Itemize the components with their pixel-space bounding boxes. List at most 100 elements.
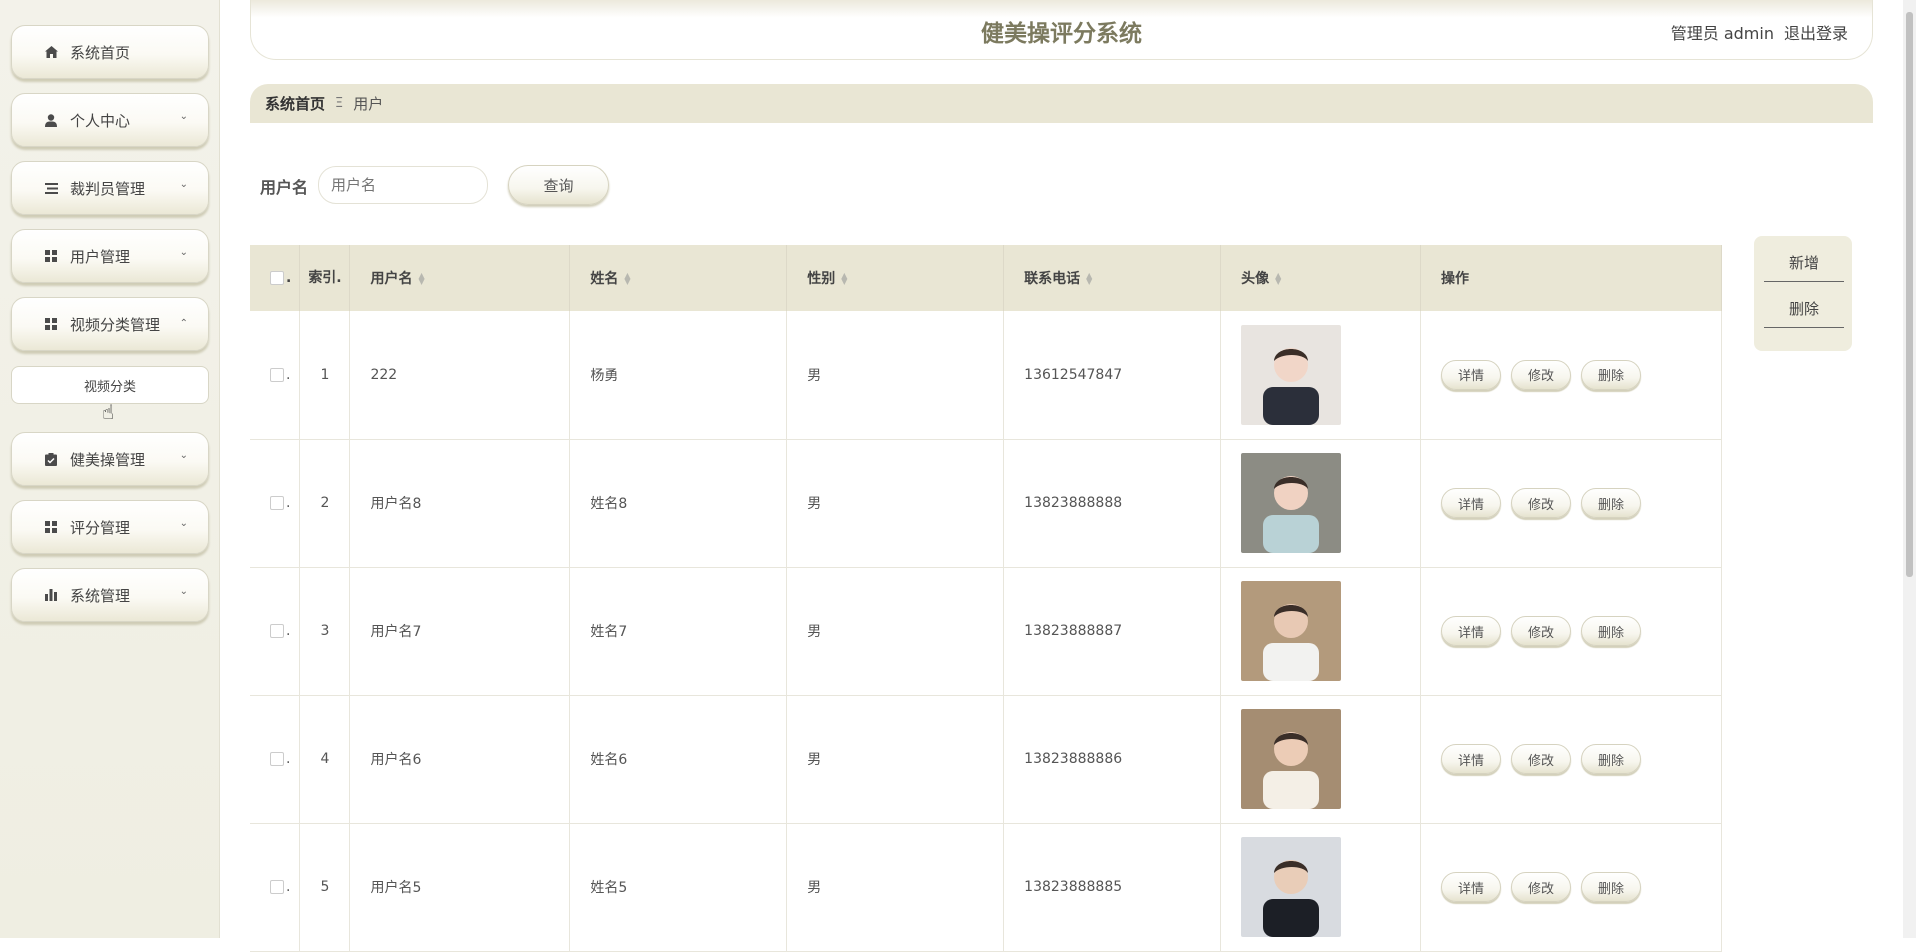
sidebar-item-label: 评分管理 (70, 518, 131, 537)
header-gender-label: 性别 (807, 271, 836, 287)
cell-name: 姓名7 (569, 567, 788, 696)
cell-index: 5 (299, 823, 351, 952)
detail-button[interactable]: 详情 (1441, 744, 1502, 774)
sidebar-item-personal-center[interactable]: 个人中心 ⌄ (11, 93, 209, 147)
sort-icon: ▲ ▼ (1086, 271, 1093, 286)
sidebar: 系统首页 个人中心 ⌄ 裁判员管理 ⌄ 用户管理 ⌄ 视频分类管理 ⌃ 视频分类… (0, 0, 220, 938)
sidebar-subitem-video-category[interactable]: 视频分类 (11, 366, 209, 404)
admin-area: 管理员 admin 退出登录 (1671, 20, 1848, 44)
header-name[interactable]: 姓名 ▲ ▼ (569, 245, 788, 311)
sort-icon: ▲ ▼ (624, 271, 631, 286)
row-checkbox[interactable] (270, 496, 284, 510)
sidebar-item-referee-management[interactable]: 裁判员管理 ⌄ (11, 161, 209, 215)
user-icon (44, 113, 58, 127)
cell-gender: 男 (786, 311, 1005, 440)
hand-cursor-icon: ☝ (102, 400, 115, 424)
avatar-image[interactable] (1241, 581, 1342, 681)
home-icon (44, 45, 58, 59)
avatar-image[interactable] (1241, 453, 1342, 553)
header-gender[interactable]: 性别 ▲ ▼ (786, 245, 1005, 311)
cell-gender: 男 (786, 695, 1005, 824)
cell-phone: 13612547847 (1003, 311, 1222, 440)
add-button[interactable]: 新增 (1764, 244, 1844, 282)
row-checkbox[interactable] (270, 880, 284, 894)
search-button[interactable]: 查询 (508, 165, 609, 205)
table-row: . 3 用户名7 姓名7 男 13823888887 详情 修改 删除 (250, 567, 1722, 696)
header-phone[interactable]: 联系电话 ▲ ▼ (1003, 245, 1222, 311)
row-select-cell: . (250, 695, 301, 824)
table-row: . 2 用户名8 姓名8 男 13823888888 详情 修改 删除 (250, 439, 1722, 568)
breadcrumb-separator: Ξ (335, 96, 344, 111)
header-phone-label: 联系电话 (1024, 271, 1081, 287)
avatar-image[interactable] (1241, 324, 1342, 425)
avatar-image[interactable] (1241, 709, 1342, 809)
delete-button[interactable]: 删除 (1581, 616, 1642, 646)
cell-index: 4 (299, 695, 351, 824)
sidebar-item-video-category-management[interactable]: 视频分类管理 ⌃ (11, 297, 209, 351)
detail-button[interactable]: 详情 (1441, 488, 1502, 518)
chevron-down-icon: ⌄ (179, 247, 188, 258)
cell-phone: 13823888886 (1003, 695, 1222, 824)
sidebar-item-label: 健美操管理 (70, 450, 146, 469)
row-checkbox[interactable] (270, 367, 284, 382)
delete-button[interactable]: 删除 (1581, 872, 1642, 902)
header-username[interactable]: 用户名 ▲ ▼ (349, 245, 571, 311)
grid-icon (44, 249, 58, 263)
scrollbar[interactable] (1903, 0, 1916, 938)
cell-username: 222 (349, 311, 571, 440)
edit-button[interactable]: 修改 (1511, 872, 1572, 902)
edit-button[interactable]: 修改 (1511, 488, 1572, 518)
cell-avatar (1220, 823, 1422, 952)
batch-delete-button[interactable]: 删除 (1764, 290, 1844, 328)
detail-button[interactable]: 详情 (1441, 872, 1502, 902)
logout-link[interactable]: 退出登录 (1784, 24, 1848, 43)
edit-button[interactable]: 修改 (1511, 359, 1572, 390)
breadcrumb-home[interactable]: 系统首页 (265, 93, 325, 114)
grid-icon (44, 520, 58, 534)
sidebar-item-user-management[interactable]: 用户管理 ⌄ (11, 229, 209, 283)
cell-phone: 13823888885 (1003, 823, 1222, 952)
delete-button[interactable]: 删除 (1581, 488, 1642, 518)
bar-chart-icon (44, 588, 58, 602)
edit-button[interactable]: 修改 (1511, 744, 1572, 774)
sidebar-item-label: 系统管理 (70, 586, 131, 605)
sidebar-item-system-management[interactable]: 系统管理 ⌄ (11, 568, 209, 622)
detail-button[interactable]: 详情 (1441, 359, 1502, 390)
sidebar-item-home[interactable]: 系统首页 (11, 25, 209, 79)
scrollbar-thumb[interactable] (1906, 12, 1913, 577)
chevron-down-icon: ⌄ (179, 179, 188, 190)
top-bar: 健美操评分系统 管理员 admin 退出登录 (250, 0, 1873, 60)
select-all-cell: . (250, 245, 301, 311)
cell-index: 2 (299, 439, 351, 568)
chevron-down-icon: ⌄ (179, 450, 188, 461)
select-all-checkbox[interactable] (270, 271, 284, 285)
edit-button[interactable]: 修改 (1511, 616, 1572, 646)
chevron-up-icon: ⌃ (179, 318, 188, 329)
table-row: . 5 用户名5 姓名5 男 13823888885 详情 修改 删除 (250, 823, 1722, 952)
sidebar-item-score-management[interactable]: 评分管理 ⌄ (11, 500, 209, 554)
detail-button[interactable]: 详情 (1441, 616, 1502, 646)
cell-username: 用户名5 (349, 823, 571, 952)
cell-avatar (1220, 311, 1422, 440)
row-select-cell: . (250, 311, 301, 440)
cell-avatar (1220, 439, 1422, 568)
sidebar-item-label: 个人中心 (70, 111, 131, 130)
cell-name: 杨勇 (569, 311, 788, 440)
row-checkbox[interactable] (270, 624, 284, 638)
clipboard-icon (44, 452, 58, 466)
delete-button[interactable]: 删除 (1581, 744, 1642, 774)
row-checkbox[interactable] (270, 752, 284, 766)
table-row: . 1 222 杨勇男 13612547847 详情 修改 删除 (250, 311, 1722, 440)
sidebar-item-label: 视频分类管理 (70, 315, 161, 334)
row-select-cell: . (250, 567, 301, 696)
cell-username: 用户名7 (349, 567, 571, 696)
avatar-image[interactable] (1241, 837, 1342, 937)
chevron-down-icon: ⌄ (179, 586, 188, 597)
grid-icon (44, 317, 58, 331)
username-search-input[interactable] (318, 166, 488, 204)
header-avatar[interactable]: 头像 ▲ ▼ (1220, 245, 1422, 311)
cell-ops: 详情 修改 删除 (1420, 823, 1722, 952)
chevron-down-icon: ⌄ (179, 518, 188, 529)
sidebar-item-aerobics-management[interactable]: 健美操管理 ⌄ (11, 432, 209, 486)
delete-button[interactable]: 删除 (1581, 359, 1642, 390)
